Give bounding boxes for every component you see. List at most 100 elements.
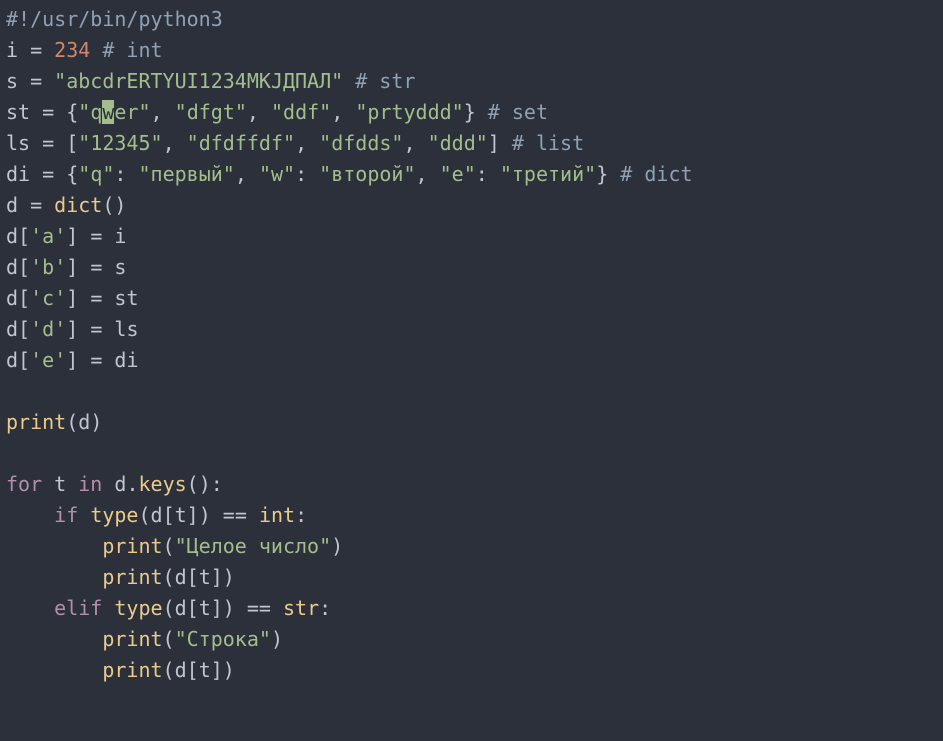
identifier: d bbox=[6, 255, 18, 279]
quote: " bbox=[78, 131, 90, 155]
text-cursor: w bbox=[102, 100, 114, 124]
operator: = bbox=[78, 317, 114, 341]
operator: = bbox=[78, 255, 114, 279]
bracket: [ bbox=[18, 286, 30, 310]
builtin-func: type bbox=[90, 503, 138, 527]
identifier: di bbox=[6, 162, 30, 186]
identifier: d bbox=[151, 503, 163, 527]
comma: , bbox=[247, 100, 271, 124]
bracket: ] bbox=[187, 503, 199, 527]
comment: # str bbox=[343, 69, 415, 93]
operator: == bbox=[235, 596, 283, 620]
code-line: print(d) bbox=[6, 410, 102, 434]
keyword: for bbox=[6, 472, 42, 496]
code-line: ls = ["12345", "dfdffdf", "dfdds", "ddd"… bbox=[6, 131, 584, 155]
string-literal: d bbox=[42, 317, 54, 341]
builtin-func: print bbox=[6, 410, 66, 434]
space bbox=[66, 472, 78, 496]
dot: . bbox=[126, 472, 138, 496]
indent bbox=[6, 627, 102, 651]
bracket: [ bbox=[18, 255, 30, 279]
paren: ) bbox=[90, 410, 102, 434]
bracket: [ bbox=[66, 131, 78, 155]
code-line: st = {"qwer", "dfgt", "ddf", "prtyddd"} … bbox=[6, 100, 548, 124]
bracket: [ bbox=[187, 596, 199, 620]
string-literal: dfdds bbox=[331, 131, 391, 155]
bracket: ] bbox=[66, 286, 78, 310]
bracket: [ bbox=[187, 658, 199, 682]
string-literal: dfdffdf bbox=[199, 131, 283, 155]
indent bbox=[6, 534, 102, 558]
identifier: d bbox=[175, 658, 187, 682]
comma: , bbox=[151, 100, 175, 124]
identifier: di bbox=[114, 348, 138, 372]
quote: ' bbox=[30, 224, 42, 248]
operator: = bbox=[30, 131, 66, 155]
paren: ( bbox=[102, 193, 114, 217]
identifier: t bbox=[199, 596, 211, 620]
colon: : bbox=[476, 162, 500, 186]
string-literal: первый bbox=[151, 162, 223, 186]
comma: , bbox=[403, 131, 427, 155]
keyword: if bbox=[54, 503, 78, 527]
quote: ' bbox=[54, 286, 66, 310]
indent bbox=[6, 565, 102, 589]
operator: = bbox=[18, 193, 54, 217]
builtin-type: int bbox=[259, 503, 295, 527]
quote: ' bbox=[30, 286, 42, 310]
identifier: ls bbox=[6, 131, 30, 155]
code-line: di = {"q": "первый", "w": "второй", "e":… bbox=[6, 162, 693, 186]
identifier: i bbox=[114, 224, 126, 248]
string-literal: Строка bbox=[187, 627, 259, 651]
identifier: t bbox=[199, 565, 211, 589]
comma: , bbox=[416, 162, 440, 186]
code-line: d['e'] = di bbox=[6, 348, 139, 372]
builtin-func: print bbox=[102, 658, 162, 682]
identifier: i bbox=[6, 38, 18, 62]
quote: " bbox=[476, 131, 488, 155]
quote: " bbox=[78, 162, 90, 186]
identifier: d bbox=[175, 596, 187, 620]
code-line: elif type(d[t]) == str: bbox=[6, 596, 331, 620]
paren: ( bbox=[163, 596, 175, 620]
colon: : bbox=[211, 472, 223, 496]
code-editor[interactable]: #!/usr/bin/python3 i = 234 # int s = "ab… bbox=[0, 0, 943, 690]
quote: " bbox=[319, 162, 331, 186]
quote: " bbox=[223, 162, 235, 186]
paren: ( bbox=[163, 565, 175, 589]
quote: " bbox=[102, 162, 114, 186]
string-literal: третий bbox=[512, 162, 584, 186]
space bbox=[102, 472, 114, 496]
bracket: [ bbox=[18, 348, 30, 372]
identifier: d bbox=[6, 193, 18, 217]
quote: ' bbox=[54, 255, 66, 279]
code-line: d['c'] = st bbox=[6, 286, 139, 310]
quote: ' bbox=[54, 348, 66, 372]
string-literal: a bbox=[42, 224, 54, 248]
string-literal: второй bbox=[331, 162, 403, 186]
colon: : bbox=[295, 503, 307, 527]
paren: ( bbox=[163, 534, 175, 558]
blank-line bbox=[6, 379, 18, 403]
paren: ) bbox=[199, 503, 211, 527]
quote: " bbox=[151, 131, 163, 155]
string-literal: e bbox=[452, 162, 464, 186]
indent bbox=[6, 596, 54, 620]
quote: " bbox=[283, 131, 295, 155]
comment: # dict bbox=[608, 162, 692, 186]
quote: ' bbox=[30, 255, 42, 279]
quote: " bbox=[175, 100, 187, 124]
identifier: t bbox=[199, 658, 211, 682]
code-line: print(d[t]) bbox=[6, 565, 235, 589]
code-line: if type(d[t]) == int: bbox=[6, 503, 307, 527]
indent bbox=[6, 658, 102, 682]
builtin-type: str bbox=[283, 596, 319, 620]
quote: " bbox=[440, 162, 452, 186]
shebang: #!/usr/bin/python3 bbox=[6, 7, 223, 31]
paren: ) bbox=[114, 193, 126, 217]
builtin-func: print bbox=[102, 534, 162, 558]
blank-line bbox=[6, 441, 18, 465]
code-line: for t in d.keys(): bbox=[6, 472, 223, 496]
quote: " bbox=[452, 100, 464, 124]
paren: ) bbox=[271, 627, 283, 651]
